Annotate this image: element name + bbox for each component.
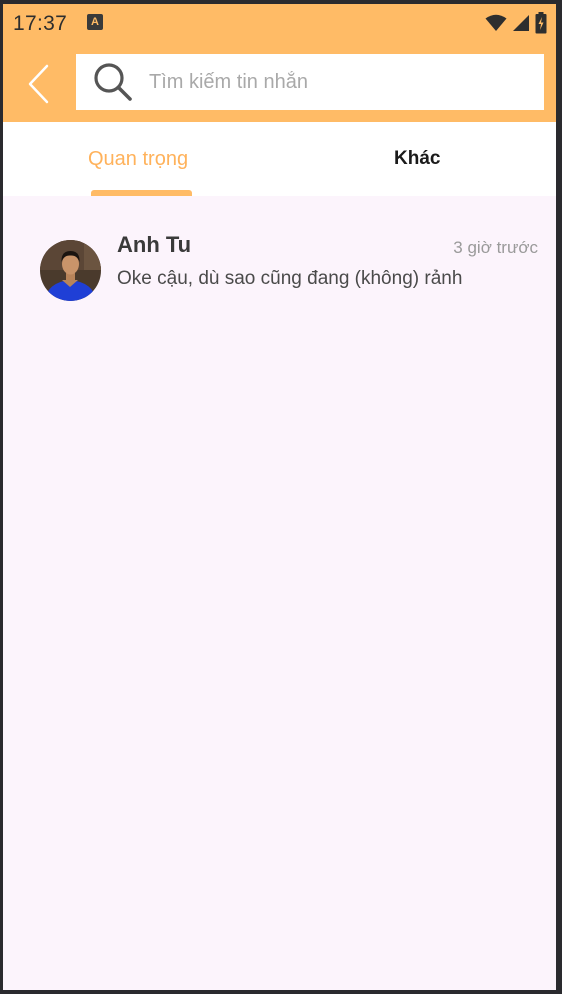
avatar[interactable] — [40, 240, 101, 301]
tab-bar: Quan trọng Khác — [3, 122, 556, 196]
app-bar — [3, 42, 556, 122]
signal-icon — [513, 15, 529, 31]
tab-other-label: Khác — [394, 148, 441, 169]
search-box[interactable] — [76, 54, 544, 110]
tab-important[interactable]: Quan trọng — [3, 122, 279, 196]
conversation-time: 3 giờ trước — [453, 238, 538, 257]
tab-other[interactable]: Khác — [279, 122, 555, 196]
tab-important-label: Quan trọng — [88, 148, 189, 170]
conversation-preview: Oke cậu, dù sao cũng đang (không) rảnh — [117, 268, 463, 289]
status-bar: 17:37 A — [3, 4, 556, 42]
search-icon[interactable] — [93, 62, 133, 102]
status-icons — [485, 12, 547, 34]
wifi-icon — [485, 14, 507, 31]
search-input[interactable] — [149, 70, 509, 94]
back-button[interactable] — [17, 62, 61, 106]
conversation-item[interactable]: Anh Tu 3 giờ trước Oke cậu, dù sao cũng … — [3, 216, 556, 326]
status-time: 17:37 — [13, 12, 68, 35]
conversation-name: Anh Tu — [117, 232, 192, 257]
phone-screen: 17:37 A Tìm kiếm tin nhắn Quan trọng Khá… — [3, 4, 556, 990]
chevron-left-icon — [28, 64, 49, 104]
active-tab-indicator — [91, 190, 192, 196]
battery-charging-icon — [535, 12, 547, 34]
notification-icon: A — [87, 14, 103, 30]
